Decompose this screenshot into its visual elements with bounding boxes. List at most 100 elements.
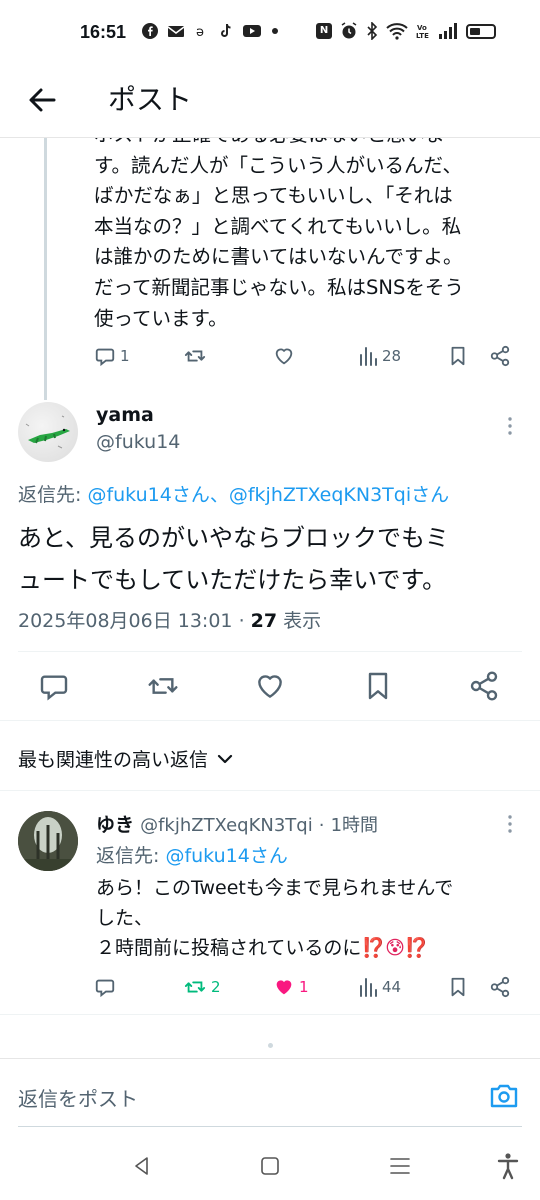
post-meta: 2025年08月06日 13:01 · 27 表示 [18,606,321,633]
more-vertical-icon [508,815,512,833]
nav-back-button[interactable] [130,1154,154,1178]
reply-icon [95,979,115,998]
share-button[interactable] [468,670,500,702]
reply-time[interactable]: 1時間 [331,815,378,836]
thread-line [44,138,47,400]
share-button[interactable] [489,976,511,998]
svg-text:Vo: Vo [417,24,427,32]
reply-body-line: した、 [96,907,154,929]
wifi-icon [386,23,408,40]
battery-icon [466,23,496,39]
reply-body-line: ２時間前に投稿されているのに⁉️😰⁉️ [96,933,526,963]
views-label: 表示 [283,610,322,632]
reply-count: 1 [120,347,130,365]
replies-sort-label: 最も関連性の高い返信 [18,749,209,771]
views-count: 27 [250,610,278,632]
more-options-button[interactable] [498,812,522,836]
like-button[interactable]: 1 [273,976,309,998]
display-name[interactable]: ゆき [96,814,134,836]
mention-link[interactable]: @fuku14さん [165,845,287,867]
reply-button[interactable] [94,976,116,998]
youtube-icon [243,25,261,37]
chevron-down-icon [217,754,233,763]
bookmark-button[interactable] [447,345,469,367]
heart-icon [258,675,282,698]
facebook-icon [142,23,158,39]
bookmark-icon [451,346,465,366]
nav-home-button[interactable] [259,1155,281,1177]
divider [0,1058,540,1059]
retweet-button[interactable]: 2 [183,976,221,998]
mention-separator: 、 [209,484,229,506]
user-handle[interactable]: @fkjhZTXeqKN3Tqi [140,815,313,836]
divider [0,720,540,721]
signal-icon [439,23,457,39]
meta-dot: · [318,815,325,836]
bookmark-icon [451,977,465,997]
bookmark-button[interactable] [447,976,469,998]
views-button[interactable]: 44 [358,976,401,998]
bookmark-icon [368,672,388,700]
previous-post-text: ポストが正確である必要はないと思いま す。読んだ人が「こういう人がいるんだ、 ば… [94,138,464,330]
reply-composer-input[interactable]: 返信をポスト [18,1083,138,1112]
bookmark-button[interactable] [362,670,394,702]
reply-button[interactable] [38,670,70,702]
retweet-icon [184,350,206,362]
reply-body-text: ２時間前に投稿されているのに [96,937,362,959]
like-button[interactable] [254,670,286,702]
bluetooth-icon [367,22,378,40]
avatar[interactable] [18,402,78,462]
nfc-icon: N [316,23,332,39]
user-handle[interactable]: @fuku14 [96,431,180,453]
previous-post-body: ポストが正確である必要はないと思いま す。読んだ人が「こういう人がいるんだ、 ば… [94,138,534,338]
divider [0,1014,540,1015]
divider [18,651,522,652]
camera-button[interactable] [488,1080,520,1112]
retweet-button[interactable] [183,345,207,367]
nav-accessibility-button[interactable] [496,1152,520,1180]
camera-icon [490,1084,518,1108]
status-time: 16:51 [80,22,127,42]
nav-recents-button[interactable] [388,1155,412,1177]
dot-icon [272,28,278,34]
like-button[interactable] [273,345,295,367]
views-button[interactable]: 28 [358,345,401,367]
svg-text:LTE: LTE [416,32,429,40]
display-name[interactable]: yama [96,404,154,426]
post-body: あと、見るのがいやならブロックでもミ ュートでもしていただけたら幸いです。 [18,517,528,601]
retweet-icon [184,981,206,993]
reply-body: あら！このTweetも今まで見られませんで した、 ２時間前に投稿されているのに… [96,873,526,963]
reply-emoji: ⁉️😰⁉️ [361,937,429,959]
reply-icon [95,348,115,367]
back-triangle-icon [135,1157,148,1175]
reply-to-line: 返信先: @fuku14さん [96,841,288,868]
avatar[interactable] [18,811,78,871]
forest-avatar-image [18,811,78,871]
reply-button[interactable]: 1 [94,345,130,367]
tiktok-icon [221,23,231,37]
reply-icon [40,675,68,701]
like-count: 1 [299,978,309,996]
share-icon [470,671,498,701]
composer-underline [18,1126,522,1127]
heart-filled-icon [276,980,292,995]
page-title: ポスト [108,84,193,115]
mention-link[interactable]: @fuku14さん [87,484,209,506]
share-button[interactable] [489,345,511,367]
replies-sort-dropdown[interactable]: 最も関連性の高い返信 [18,745,234,772]
retweet-button[interactable] [146,670,180,702]
mention-link[interactable]: @fkjhZTXeqKN3Tqiさん [229,484,449,506]
retweet-count: 2 [211,978,221,996]
post-timestamp[interactable]: 2025年08月06日 13:01 [18,610,233,632]
home-square-icon [261,1157,279,1175]
arrow-left-icon [29,88,56,112]
more-options-button[interactable] [498,414,522,438]
top-app-bar [0,70,540,136]
loading-indicator [268,1043,273,1048]
divider [0,790,540,791]
post-body-line: ュートでもしていただけたら幸いです。 [18,566,447,594]
accessibility-icon [497,1153,519,1180]
retweet-icon [148,678,178,694]
reply-to-label: 返信先: [96,845,166,867]
back-button[interactable] [22,80,62,120]
